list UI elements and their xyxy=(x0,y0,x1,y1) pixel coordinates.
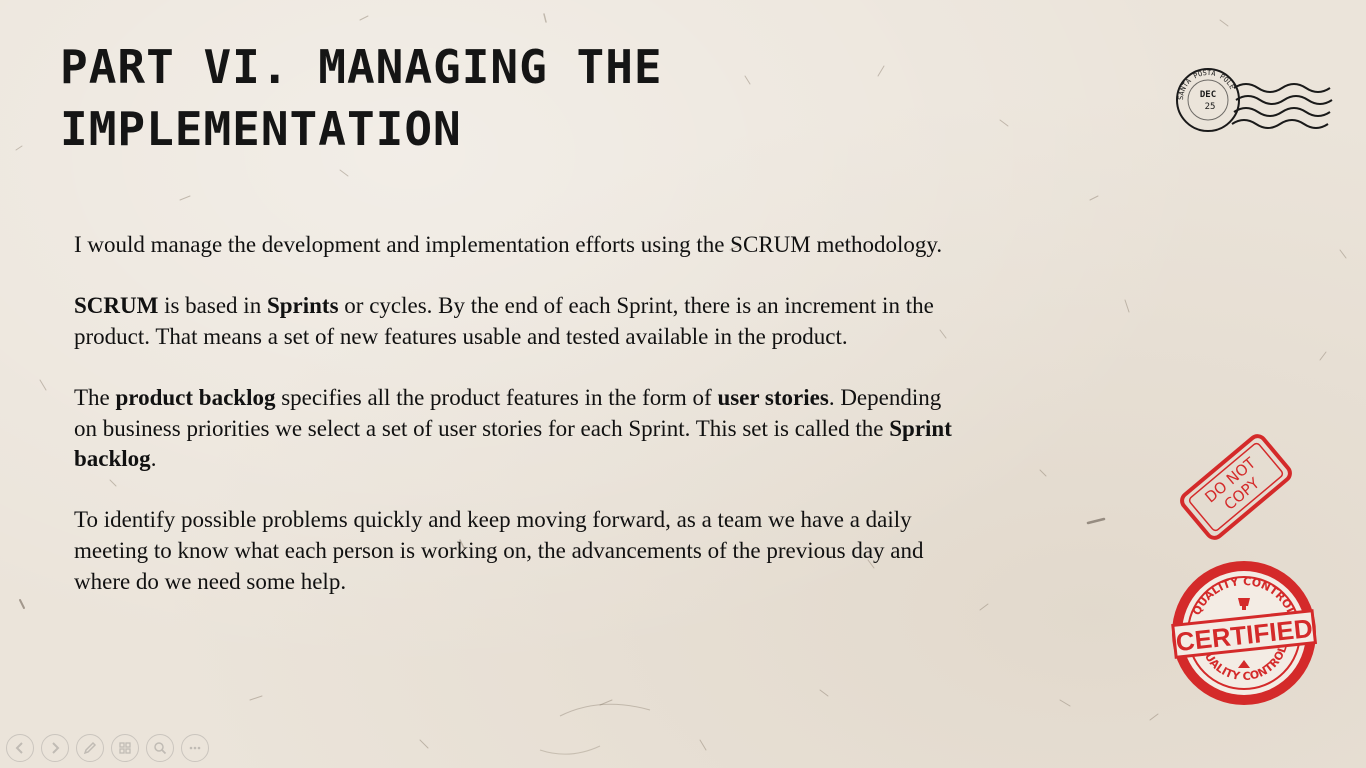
text-run: . xyxy=(150,446,157,472)
text-run: To identify possible problems quickly an… xyxy=(74,507,924,594)
pen-icon xyxy=(83,741,97,755)
text-run: The xyxy=(74,384,116,410)
svg-text:DEC: DEC xyxy=(1200,90,1216,100)
body-paragraph: To identify possible problems quickly an… xyxy=(74,505,964,597)
magnifier-icon xyxy=(154,742,167,755)
bold-term: Sprints xyxy=(266,293,339,319)
bold-term: product backlog xyxy=(115,384,276,410)
zoom-button[interactable] xyxy=(146,734,174,762)
text-run: specifies all the product features in th… xyxy=(275,384,718,410)
bold-term: SCRUM xyxy=(74,293,159,319)
body-paragraph: SCRUM is based in Sprints or cycles. By … xyxy=(74,291,964,352)
slideshow-toolbar xyxy=(6,734,209,764)
postmark-stamp: SANTA POSTA POLE DEC 25 xyxy=(1176,68,1333,132)
next-slide-button[interactable] xyxy=(41,734,69,762)
slides-grid-icon xyxy=(119,742,131,754)
svg-text:25: 25 xyxy=(1205,102,1216,112)
certified-stamp: QUALITY CONTROL QUALITY CONTROL CERTIFIE… xyxy=(1171,561,1318,705)
slide-title: PART VI. MANAGING THE IMPLEMENTATION xyxy=(60,40,663,156)
ellipsis-icon xyxy=(189,746,201,750)
do-not-copy-stamp: DO NOT COPY xyxy=(1180,434,1292,540)
arrow-right-icon xyxy=(52,742,60,754)
previous-slide-button[interactable] xyxy=(6,734,34,762)
arrow-left-icon xyxy=(15,742,23,754)
pen-tool-button[interactable] xyxy=(76,734,104,762)
bold-term: user stories xyxy=(717,384,829,410)
more-options-button[interactable] xyxy=(181,734,209,762)
see-all-slides-button[interactable] xyxy=(111,734,139,762)
text-run: is based in xyxy=(158,293,267,319)
text-run: I would manage the development and imple… xyxy=(74,232,943,257)
slide-body: I would manage the development and imple… xyxy=(74,230,964,628)
body-paragraph: The product backlog specifies all the pr… xyxy=(74,383,964,475)
body-paragraph: I would manage the development and imple… xyxy=(74,230,964,261)
